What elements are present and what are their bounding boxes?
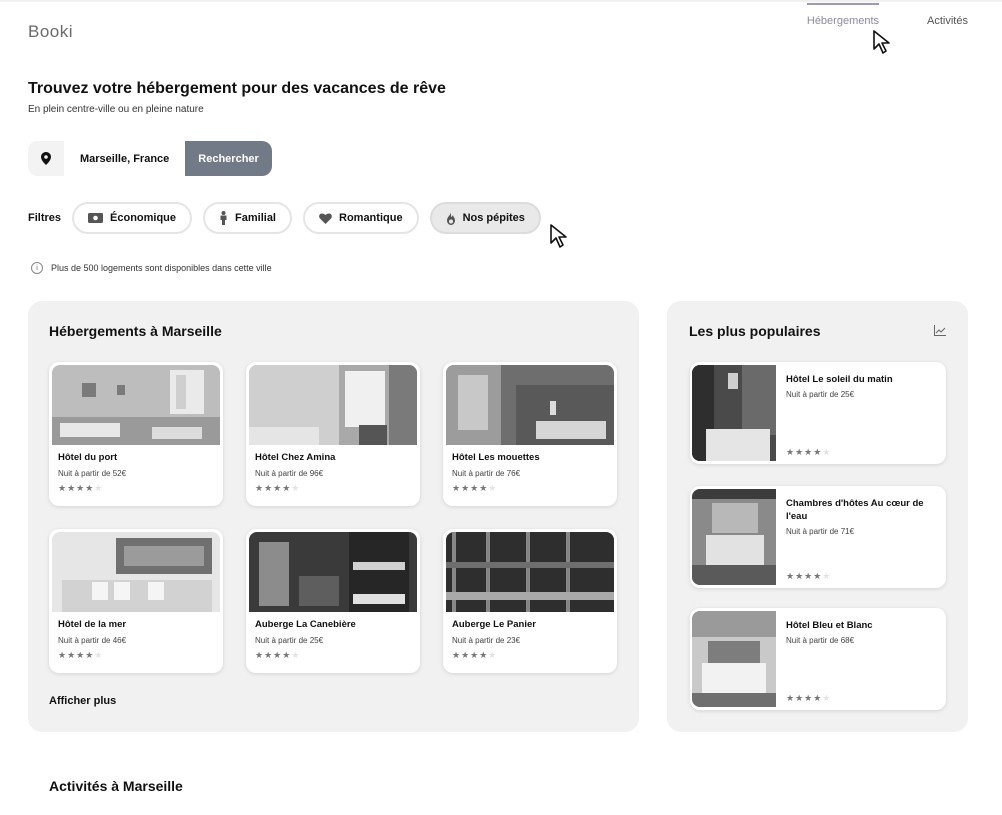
lodging-card[interactable]: Auberge La Canebière Nuit à partir de 25… xyxy=(246,529,420,673)
lodging-card[interactable]: Hôtel Les mouettes Nuit à partir de 76€ … xyxy=(443,362,617,506)
rating-stars: ★★★★★ xyxy=(786,693,832,703)
top-divider xyxy=(0,0,1002,2)
lodging-card[interactable]: Hôtel de la mer Nuit à partir de 46€ ★★★… xyxy=(49,529,223,673)
card-price: Nuit à partir de 76€ xyxy=(452,469,521,478)
lodging-title: Hébergements à Marseille xyxy=(49,323,222,339)
money-icon xyxy=(88,213,104,223)
rating-stars: ★★★★★ xyxy=(452,483,498,493)
hotel-photo xyxy=(52,365,220,445)
filters-bar: Filtres Économique Familial Romantique N… xyxy=(28,202,541,234)
filter-romantique[interactable]: Romantique xyxy=(303,202,419,234)
logo[interactable]: Booki xyxy=(28,22,73,42)
trend-chart-icon xyxy=(934,325,946,336)
card-price: Nuit à partir de 46€ xyxy=(58,636,127,645)
filters-label: Filtres xyxy=(28,212,62,224)
card-price: Nuit à partir de 23€ xyxy=(452,636,521,645)
card-name: Hôtel de la mer xyxy=(58,619,127,630)
hotel-photo xyxy=(249,532,417,612)
popular-price: Nuit à partir de 25€ xyxy=(786,390,855,399)
filter-familial[interactable]: Familial xyxy=(203,202,292,234)
nav-hebergements[interactable]: Hébergements xyxy=(806,3,880,33)
fire-icon xyxy=(446,211,455,225)
heart-icon xyxy=(319,213,332,224)
popular-card[interactable]: Hôtel Bleu et Blanc Nuit à partir de 68€… xyxy=(690,608,946,710)
page-title: Trouvez votre hébergement pour des vacan… xyxy=(28,80,446,97)
show-more-link[interactable]: Afficher plus xyxy=(49,695,116,707)
popular-price: Nuit à partir de 68€ xyxy=(786,636,855,645)
map-pin-icon xyxy=(28,141,64,176)
filter-label: Romantique xyxy=(339,212,403,224)
popular-card[interactable]: Hôtel Le soleil du matin Nuit à partir d… xyxy=(690,362,946,464)
location-input[interactable]: Marseille, France xyxy=(64,141,186,176)
card-name: Auberge Le Panier xyxy=(452,619,536,630)
info-icon: i xyxy=(31,262,43,274)
hotel-photo xyxy=(692,489,776,585)
card-price: Nuit à partir de 96€ xyxy=(255,469,324,478)
popular-card[interactable]: Chambres d'hôtes Au cœur de l'eau Nuit à… xyxy=(690,486,946,588)
activities-title: Activités à Marseille xyxy=(49,778,183,794)
popular-name: Chambres d'hôtes Au cœur de l'eau xyxy=(786,498,924,522)
page-subtitle: En plein centre-ville ou en pleine natur… xyxy=(28,104,204,115)
card-name: Hôtel du port xyxy=(58,452,118,463)
rating-stars: ★★★★★ xyxy=(786,571,832,581)
rating-stars: ★★★★★ xyxy=(255,650,301,660)
person-icon xyxy=(220,211,227,225)
popular-price: Nuit à partir de 71€ xyxy=(786,527,855,536)
availability-info: i Plus de 500 logements sont disponibles… xyxy=(31,262,272,274)
mouse-cursor-icon xyxy=(550,224,567,248)
hotel-photo xyxy=(249,365,417,445)
mouse-cursor-icon xyxy=(873,30,890,54)
card-name: Auberge La Canebière xyxy=(255,619,356,630)
card-name: Hôtel Chez Amina xyxy=(255,452,336,463)
card-price: Nuit à partir de 52€ xyxy=(58,469,127,478)
hotel-photo xyxy=(446,532,614,612)
card-name: Hôtel Les mouettes xyxy=(452,452,540,463)
filter-label: Économique xyxy=(110,212,177,224)
search-button[interactable]: Rechercher xyxy=(185,141,272,176)
availability-text: Plus de 500 logements sont disponibles d… xyxy=(51,263,272,273)
search-bar: Marseille, France Rechercher xyxy=(28,141,272,176)
hotel-photo xyxy=(692,365,776,461)
hotel-photo xyxy=(446,365,614,445)
popular-name: Hôtel Bleu et Blanc xyxy=(786,620,873,631)
hotel-photo xyxy=(692,611,776,707)
rating-stars: ★★★★★ xyxy=(786,447,832,457)
popular-title: Les plus populaires xyxy=(689,323,821,339)
lodging-card[interactable]: Auberge Le Panier Nuit à partir de 23€ ★… xyxy=(443,529,617,673)
popular-name: Hôtel Le soleil du matin xyxy=(786,374,893,385)
filter-economique[interactable]: Économique xyxy=(72,202,193,234)
nav-activites[interactable]: Activités xyxy=(927,15,968,33)
filter-label: Familial xyxy=(235,212,276,224)
rating-stars: ★★★★★ xyxy=(58,650,104,660)
filter-label: Nos pépites xyxy=(462,212,525,224)
rating-stars: ★★★★★ xyxy=(452,650,498,660)
lodging-card[interactable]: Hôtel Chez Amina Nuit à partir de 96€ ★★… xyxy=(246,362,420,506)
rating-stars: ★★★★★ xyxy=(58,483,104,493)
lodging-card[interactable]: Hôtel du port Nuit à partir de 52€ ★★★★★ xyxy=(49,362,223,506)
card-price: Nuit à partir de 25€ xyxy=(255,636,324,645)
filter-nos-pepites[interactable]: Nos pépites xyxy=(429,202,541,234)
hotel-photo xyxy=(52,532,220,612)
rating-stars: ★★★★★ xyxy=(255,483,301,493)
